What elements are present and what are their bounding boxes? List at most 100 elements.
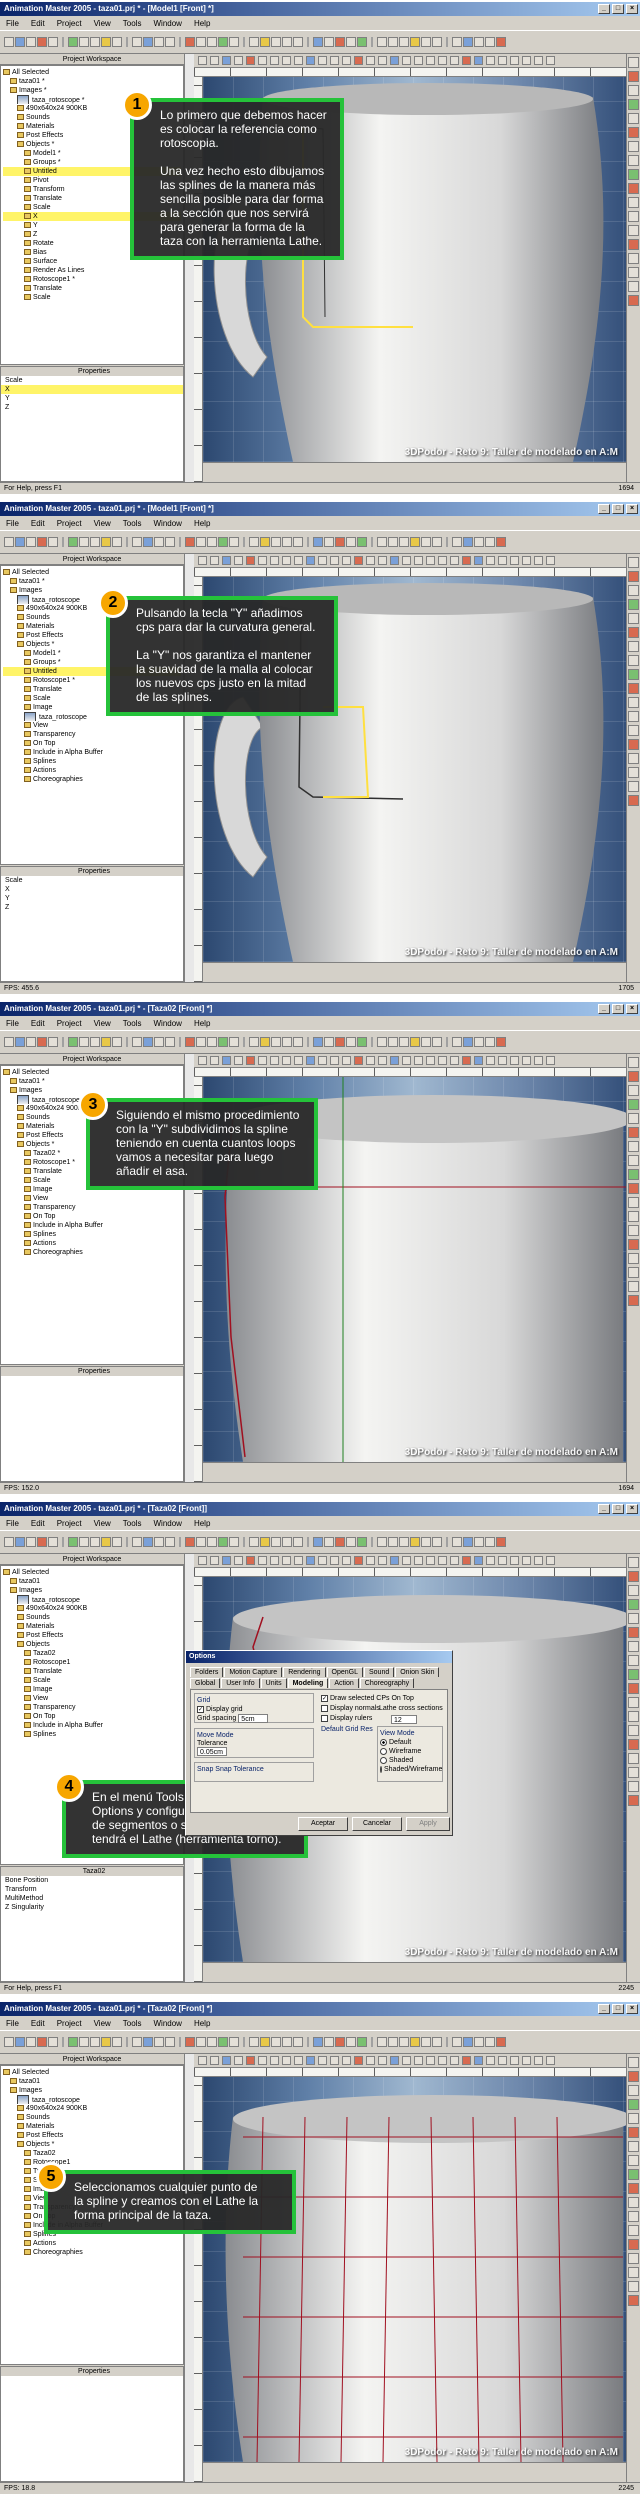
- viewport-tool-button[interactable]: [462, 2056, 471, 2065]
- toolbar-button[interactable]: [313, 37, 323, 47]
- toolbar-button[interactable]: [4, 2037, 14, 2047]
- tab-units[interactable]: Units: [260, 1678, 287, 1688]
- viewport-tool-button[interactable]: [198, 1056, 207, 1065]
- toolbar-button[interactable]: [101, 37, 111, 47]
- toolbar-button[interactable]: [132, 2037, 142, 2047]
- side-tool-button[interactable]: [628, 1585, 639, 1596]
- menu-item[interactable]: Project: [55, 2019, 84, 2028]
- toolbar-button[interactable]: [463, 1537, 473, 1547]
- viewport-tool-button[interactable]: [210, 2056, 219, 2065]
- tab-action[interactable]: Action: [329, 1678, 359, 1688]
- toolbar-button[interactable]: [260, 37, 270, 47]
- viewport-tool-button[interactable]: [378, 1556, 387, 1565]
- toolbar-button[interactable]: [335, 537, 345, 547]
- viewport-tool-button[interactable]: [306, 2056, 315, 2065]
- tree-item[interactable]: Render As Lines: [3, 266, 181, 275]
- viewport-tool-button[interactable]: [222, 556, 231, 565]
- property-row[interactable]: Scale: [1, 876, 183, 885]
- side-tool-button[interactable]: [628, 99, 639, 110]
- toolbar-button[interactable]: [185, 37, 195, 47]
- side-tool-button[interactable]: [628, 295, 639, 306]
- tree-item[interactable]: Post Effects: [3, 2131, 181, 2140]
- viewport-tool-button[interactable]: [546, 56, 555, 65]
- viewport-tool-button[interactable]: [354, 2056, 363, 2065]
- viewport-tool-button[interactable]: [426, 556, 435, 565]
- viewport-tool-button[interactable]: [246, 56, 255, 65]
- side-tool-button[interactable]: [628, 2239, 639, 2250]
- viewport-tool-button[interactable]: [258, 1056, 267, 1065]
- side-tool-button[interactable]: [628, 557, 639, 568]
- toolbar-button[interactable]: [154, 537, 164, 547]
- viewport-tool-button[interactable]: [258, 2056, 267, 2065]
- viewport-tool-button[interactable]: [270, 2056, 279, 2065]
- side-tool-button[interactable]: [628, 697, 639, 708]
- viewport-tool-button[interactable]: [282, 1556, 291, 1565]
- viewport-tool-button[interactable]: [234, 556, 243, 565]
- viewport-tool-button[interactable]: [390, 1056, 399, 1065]
- display-rulers-option-checkbox[interactable]: [321, 1715, 328, 1722]
- toolbar-button[interactable]: [346, 1537, 356, 1547]
- viewport-tool-button[interactable]: [330, 56, 339, 65]
- toolbar-button[interactable]: [4, 1037, 14, 1047]
- toolbar-button[interactable]: [90, 1537, 100, 1547]
- viewport-tool-button[interactable]: [438, 556, 447, 565]
- tree-item[interactable]: Sounds: [3, 2113, 181, 2122]
- tree-item[interactable]: Taza02: [3, 2149, 181, 2158]
- viewport-tool-button[interactable]: [546, 2056, 555, 2065]
- viewport-tool-button[interactable]: [474, 1056, 483, 1065]
- view-mode-radio[interactable]: [380, 1757, 387, 1764]
- property-row[interactable]: MultiMethod: [1, 1894, 183, 1903]
- toolbar-button[interactable]: [463, 1037, 473, 1047]
- tab-choreography[interactable]: Choreography: [359, 1678, 415, 1688]
- minimize-button[interactable]: _: [598, 1504, 610, 1514]
- toolbar-button[interactable]: [4, 37, 14, 47]
- viewport-tool-button[interactable]: [210, 56, 219, 65]
- toolbar-button[interactable]: [154, 37, 164, 47]
- tab-sound[interactable]: Sound: [363, 1667, 395, 1677]
- viewport-tool-button[interactable]: [282, 56, 291, 65]
- side-tool-button[interactable]: [628, 1711, 639, 1722]
- viewport-tool-button[interactable]: [522, 1056, 531, 1065]
- side-tool-button[interactable]: [628, 1641, 639, 1652]
- viewport-tool-button[interactable]: [354, 56, 363, 65]
- viewport-tool-button[interactable]: [366, 556, 375, 565]
- side-tool-button[interactable]: [628, 571, 639, 582]
- toolbar-button[interactable]: [79, 2037, 89, 2047]
- viewport-tool-button[interactable]: [486, 2056, 495, 2065]
- toolbar-button[interactable]: [452, 37, 462, 47]
- side-tool-button[interactable]: [628, 2253, 639, 2264]
- viewport-tool-button[interactable]: [342, 556, 351, 565]
- viewport-tool-button[interactable]: [294, 1556, 303, 1565]
- toolbar-button[interactable]: [452, 1537, 462, 1547]
- toolbar-button[interactable]: [165, 537, 175, 547]
- menu-item[interactable]: File: [4, 2019, 21, 2028]
- toolbar-button[interactable]: [48, 537, 58, 547]
- tree-item[interactable]: Images: [3, 1586, 181, 1595]
- toolbar-button[interactable]: [421, 537, 431, 547]
- property-row[interactable]: Taza02: [1, 1867, 183, 1876]
- toolbar-button[interactable]: [112, 37, 122, 47]
- toolbar-button[interactable]: [4, 1537, 14, 1547]
- toolbar-button[interactable]: [271, 1037, 281, 1047]
- viewport-tool-button[interactable]: [366, 1056, 375, 1065]
- viewport-tool-button[interactable]: [354, 556, 363, 565]
- tree-item[interactable]: taza01 *: [3, 1077, 181, 1086]
- property-row[interactable]: X: [1, 885, 183, 894]
- viewport-tool-button[interactable]: [222, 1056, 231, 1065]
- toolbar-button[interactable]: [185, 1537, 195, 1547]
- toolbar-button[interactable]: [432, 2037, 442, 2047]
- viewport-tool-button[interactable]: [366, 2056, 375, 2065]
- tab-folders[interactable]: Folders: [190, 1667, 224, 1677]
- toolbar-button[interactable]: [15, 37, 25, 47]
- side-tool-button[interactable]: [628, 655, 639, 666]
- toolbar-button[interactable]: [377, 37, 387, 47]
- timeline-bar[interactable]: [203, 462, 626, 482]
- menu-item[interactable]: File: [4, 1019, 21, 1028]
- viewport-tool-button[interactable]: [402, 556, 411, 565]
- side-tool-button[interactable]: [628, 711, 639, 722]
- menu-item[interactable]: Help: [192, 1019, 212, 1028]
- side-tool-button[interactable]: [628, 183, 639, 194]
- toolbar-button[interactable]: [218, 2037, 228, 2047]
- viewport-tool-button[interactable]: [234, 2056, 243, 2065]
- toolbar-button[interactable]: [207, 1537, 217, 1547]
